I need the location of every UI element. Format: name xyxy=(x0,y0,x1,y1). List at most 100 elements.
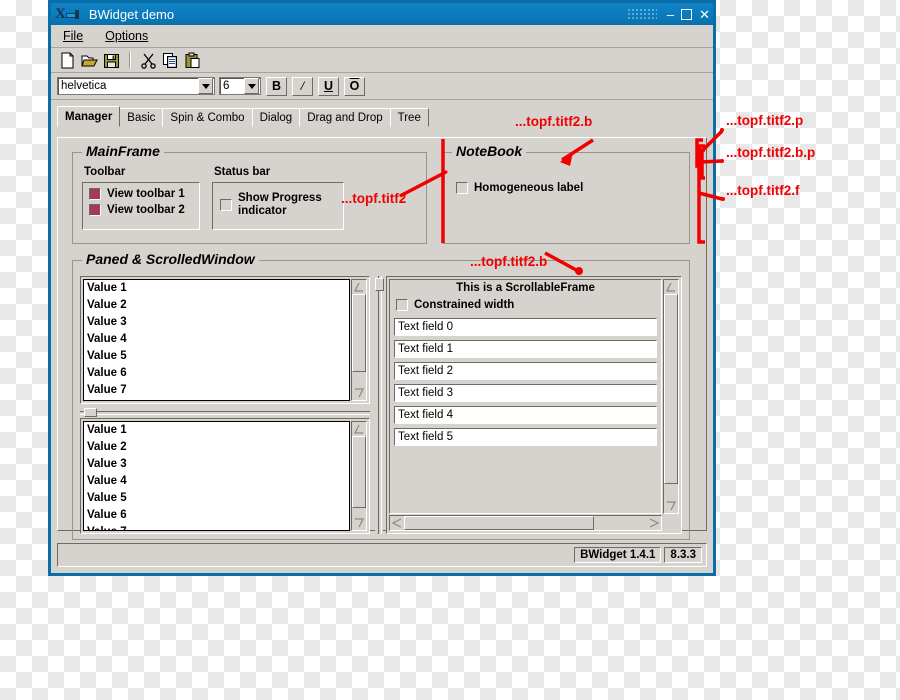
list-item[interactable]: Value 6 xyxy=(84,507,349,524)
scroll-thumb[interactable] xyxy=(352,436,366,508)
statusbar-checkbox-panel: Show Progress indicator xyxy=(212,182,344,230)
list-item[interactable]: Value 5 xyxy=(84,348,349,365)
cut-scissors-icon[interactable] xyxy=(140,52,157,69)
scroll-up-icon[interactable] xyxy=(352,280,366,294)
list-item[interactable]: Value 3 xyxy=(84,314,349,331)
group-paned-title: Paned & ScrolledWindow xyxy=(82,251,259,267)
minimize-button[interactable]: – xyxy=(667,8,674,21)
tab-dialog[interactable]: Dialog xyxy=(251,108,301,127)
font-family-combo[interactable]: helvetica xyxy=(57,77,215,95)
list-item[interactable]: Value 2 xyxy=(84,439,349,456)
paned-sash-horizontal[interactable] xyxy=(80,408,370,417)
check-show-progress-label: Show Progress indicator xyxy=(238,192,322,217)
scroll-down-icon[interactable] xyxy=(352,516,366,530)
open-folder-icon[interactable] xyxy=(81,52,98,69)
checkbox-indicator[interactable] xyxy=(89,188,101,200)
group-notebook: NoteBook Homogeneous label xyxy=(442,143,690,244)
window-controls: – ✕ xyxy=(667,3,710,25)
overstrike-button[interactable]: O xyxy=(344,76,365,96)
list-item[interactable]: Value 3 xyxy=(84,456,349,473)
annotation-topf-titf2-b-p: ...topf.titf2.b.p xyxy=(726,145,816,160)
text-field-0[interactable]: Text field 0 xyxy=(394,318,657,336)
tab-drag-and-drop[interactable]: Drag and Drop xyxy=(299,108,391,127)
list-item[interactable]: Value 1 xyxy=(84,422,349,439)
list-item[interactable]: Value 1 xyxy=(84,280,349,297)
menu-file[interactable]: File xyxy=(63,29,83,43)
new-file-icon[interactable] xyxy=(59,52,76,69)
underline-button[interactable]: U xyxy=(318,76,339,96)
scroll-thumb[interactable] xyxy=(352,294,366,372)
sash-handle[interactable] xyxy=(375,278,384,291)
scroll-up-icon[interactable] xyxy=(664,280,678,294)
close-button[interactable]: ✕ xyxy=(699,8,710,21)
check-view-toolbar-2[interactable]: View toolbar 2 xyxy=(89,204,199,216)
scroll-left-icon[interactable] xyxy=(390,516,404,530)
italic-button[interactable]: / xyxy=(292,76,313,96)
menu-options[interactable]: Options xyxy=(105,29,148,43)
paste-clipboard-icon[interactable] xyxy=(184,52,201,69)
checkbox-indicator[interactable] xyxy=(396,299,408,311)
scroll-thumb[interactable] xyxy=(404,516,594,530)
checkbox-indicator[interactable] xyxy=(456,182,468,194)
annotation-topf-titf2-b-2: ...topf.titf2.b xyxy=(470,254,548,269)
annotation-topf-titf2-p: ...topf.titf2.p xyxy=(726,113,804,128)
statusbar-section-label: Status bar xyxy=(214,166,271,178)
chevron-down-icon[interactable] xyxy=(244,78,259,94)
list-item[interactable]: Value 4 xyxy=(84,331,349,348)
pin-icon[interactable] xyxy=(65,9,81,20)
tab-tree[interactable]: Tree xyxy=(389,108,429,127)
paned-sash-vertical[interactable] xyxy=(375,276,384,534)
text-field-1[interactable]: Text field 1 xyxy=(394,340,657,358)
listbox-top-vscrollbar[interactable] xyxy=(351,279,367,401)
bold-button[interactable]: B xyxy=(266,76,287,96)
check-view-toolbar-1[interactable]: View toolbar 1 xyxy=(89,188,199,200)
scroll-down-icon[interactable] xyxy=(664,499,678,513)
menu-file-label: File xyxy=(63,29,84,43)
toolbar-1 xyxy=(51,48,713,73)
scrollable-frame-hscrollbar[interactable] xyxy=(389,515,662,531)
listbox-bottom-vscrollbar[interactable] xyxy=(351,421,367,531)
check-show-progress[interactable]: Show Progress indicator xyxy=(213,183,343,218)
tab-spin-combo[interactable]: Spin & Combo xyxy=(162,108,253,127)
scroll-thumb[interactable] xyxy=(664,294,678,484)
list-item[interactable]: Value 5 xyxy=(84,490,349,507)
listbox-bottom-panel: Value 1 Value 2 Value 3 Value 4 Value 5 … xyxy=(80,418,370,534)
scrollable-frame-vscrollbar[interactable] xyxy=(663,279,679,514)
list-item[interactable]: Value 6 xyxy=(84,365,349,382)
check-homogeneous-label[interactable]: Homogeneous label xyxy=(456,182,583,194)
scroll-up-icon[interactable] xyxy=(352,422,366,436)
scroll-right-icon[interactable] xyxy=(647,516,661,530)
sash-handle[interactable] xyxy=(84,408,97,417)
maximize-button[interactable] xyxy=(681,8,693,20)
window-titlebar[interactable]: X BWidget demo – ✕ xyxy=(51,3,713,25)
scroll-down-icon[interactable] xyxy=(352,386,366,400)
checkbox-indicator[interactable] xyxy=(220,199,232,211)
chevron-down-icon[interactable] xyxy=(198,78,213,94)
font-family-value: helvetica xyxy=(61,80,107,92)
list-item[interactable]: Value 4 xyxy=(84,473,349,490)
text-field-5[interactable]: Text field 5 xyxy=(394,428,657,446)
listbox-bottom[interactable]: Value 1 Value 2 Value 3 Value 4 Value 5 … xyxy=(83,421,350,531)
tab-manager[interactable]: Manager xyxy=(57,106,121,127)
group-mainframe-title: MainFrame xyxy=(82,143,164,159)
text-field-3[interactable]: Text field 3 xyxy=(394,384,657,402)
text-field-2[interactable]: Text field 2 xyxy=(394,362,657,380)
listbox-top-panel: Value 1 Value 2 Value 3 Value 4 Value 5 … xyxy=(80,276,370,404)
notebook-tabstrip: Manager Basic Spin & Combo Dialog Drag a… xyxy=(57,106,713,127)
check-homogeneous-label-text: Homogeneous label xyxy=(474,182,584,194)
list-item[interactable]: Value 2 xyxy=(84,297,349,314)
tab-basic[interactable]: Basic xyxy=(119,108,164,127)
checkbox-indicator[interactable] xyxy=(89,204,101,216)
listbox-top[interactable]: Value 1 Value 2 Value 3 Value 4 Value 5 … xyxy=(83,279,350,401)
save-disk-icon[interactable] xyxy=(103,52,120,69)
status-tcl-version: 8.3.3 xyxy=(664,547,702,563)
list-item[interactable]: Value 7 xyxy=(84,524,349,530)
annotation-topf-titf2-f: ...topf.titf2.f xyxy=(726,183,800,198)
copy-icon[interactable] xyxy=(162,52,179,69)
font-size-combo[interactable]: 6 xyxy=(219,77,261,95)
window-title: BWidget demo xyxy=(88,6,175,22)
check-constrained-width[interactable]: Constrained width xyxy=(390,294,661,314)
list-item[interactable]: Value 7 xyxy=(84,382,349,399)
bwidget-demo-window: X BWidget demo – ✕ File Options helvetic… xyxy=(48,0,716,576)
text-field-4[interactable]: Text field 4 xyxy=(394,406,657,424)
